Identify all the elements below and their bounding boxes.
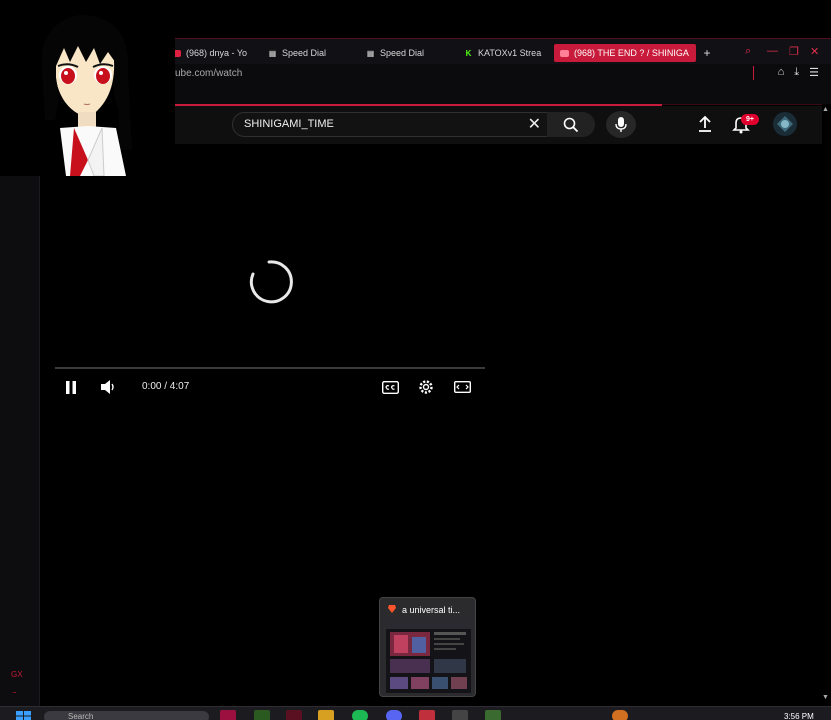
search-button[interactable] (547, 112, 595, 137)
minimize-icon[interactable]: — (767, 45, 778, 57)
preview-image (386, 623, 471, 693)
grid-icon: ▦ (268, 48, 277, 58)
subtitles-button[interactable] (381, 378, 399, 396)
download-icon[interactable]: ⤓ (794, 66, 799, 79)
taskbar-clock[interactable]: 3:56 PM (784, 712, 814, 720)
kick-icon: K (465, 48, 472, 58)
tab-label: (968) dnya - Yo (186, 48, 248, 58)
restore-icon[interactable]: ❐ (789, 45, 799, 58)
microphone-icon (615, 116, 627, 132)
anime-character-overlay (0, 0, 175, 177)
brave-icon (388, 605, 396, 613)
discord-icon[interactable] (386, 710, 402, 720)
video-player[interactable]: 0:00 / 4:07 (47, 150, 492, 406)
volume-icon (101, 380, 114, 394)
taskbar-app-icon[interactable] (419, 710, 435, 720)
gx-logo[interactable]: GX (11, 670, 23, 679)
tab-speed-dial-2[interactable]: ▦ Speed Dial (360, 44, 452, 62)
taskbar-app-icon[interactable] (485, 710, 501, 720)
easy-setup-icon[interactable]: ☰ (809, 66, 819, 79)
theater-mode-button[interactable] (453, 378, 471, 396)
pause-button[interactable] (63, 378, 79, 396)
search-query: SHINIGAMI_TIME (244, 118, 334, 130)
create-button[interactable] (695, 114, 715, 134)
avatar[interactable] (773, 112, 797, 136)
tab-katoxv1[interactable]: K KATOXv1 Strea (458, 44, 548, 62)
tab-youtube-dnya[interactable]: (968) dnya - Yo (166, 44, 260, 62)
closed-captions-icon (381, 380, 399, 394)
taskbar-app-icon[interactable] (220, 710, 236, 720)
url-field[interactable]: ube.com/watch (175, 68, 242, 79)
upload-icon (699, 115, 711, 132)
search-icon (563, 117, 579, 132)
progress-bar[interactable] (55, 367, 485, 369)
clear-search-icon[interactable]: ✕ (528, 115, 541, 135)
youtube-icon (560, 49, 569, 58)
loading-spinner (249, 260, 293, 304)
divider (753, 66, 754, 80)
close-icon[interactable]: ✕ (810, 45, 819, 58)
taskbar-window-preview[interactable]: a universal ti... (379, 597, 476, 697)
preview-title: a universal ti... (402, 605, 461, 615)
tab-the-end[interactable]: (968) THE END ? / SHINIGA (554, 44, 696, 62)
sidebar-more-button[interactable]: ... (12, 686, 17, 695)
volume-button[interactable] (99, 378, 117, 396)
new-tab-button[interactable]: + (700, 46, 714, 60)
snapshot-icon[interactable]: ⌂ (778, 66, 785, 79)
scroll-up-arrow[interactable]: ▲ (822, 106, 829, 113)
pause-icon (66, 380, 76, 394)
taskbar-app-icon[interactable] (452, 710, 468, 720)
search-tabs-icon[interactable]: ⌕ (745, 45, 751, 58)
taskbar-app-icon[interactable] (254, 710, 270, 720)
file-explorer-icon[interactable] (318, 710, 334, 720)
tray-app-icon[interactable] (612, 710, 628, 720)
tab-label: Speed Dial (282, 48, 327, 58)
voice-search-button[interactable] (606, 111, 636, 138)
tab-label: Speed Dial (380, 48, 425, 58)
grid-icon: ▦ (366, 48, 375, 58)
time-display: 0:00 / 4:07 (142, 381, 190, 392)
scroll-down-arrow[interactable]: ▼ (822, 694, 829, 701)
gear-icon (419, 380, 433, 394)
spotify-icon[interactable] (352, 710, 368, 720)
theater-mode-icon (453, 381, 471, 393)
windows-start-icon[interactable] (16, 711, 32, 720)
tab-label: (968) THE END ? / SHINIGA (574, 48, 689, 58)
page-load-track (662, 104, 822, 105)
gx-sidebar: GX ... (0, 176, 40, 706)
notification-badge: 9+ (741, 114, 759, 125)
windows-taskbar: Search 3:56 PM (0, 706, 831, 720)
settings-button[interactable] (417, 378, 435, 396)
opera-gx-icon[interactable] (286, 710, 302, 720)
tab-label: KATOXv1 Strea (478, 48, 542, 58)
address-actions: ⌂ ⤓ ☰ (778, 66, 819, 79)
taskbar-search[interactable]: Search (44, 711, 209, 720)
search-input[interactable]: SHINIGAMI_TIME ✕ (232, 112, 548, 137)
tab-speed-dial-1[interactable]: ▦ Speed Dial (262, 44, 354, 62)
